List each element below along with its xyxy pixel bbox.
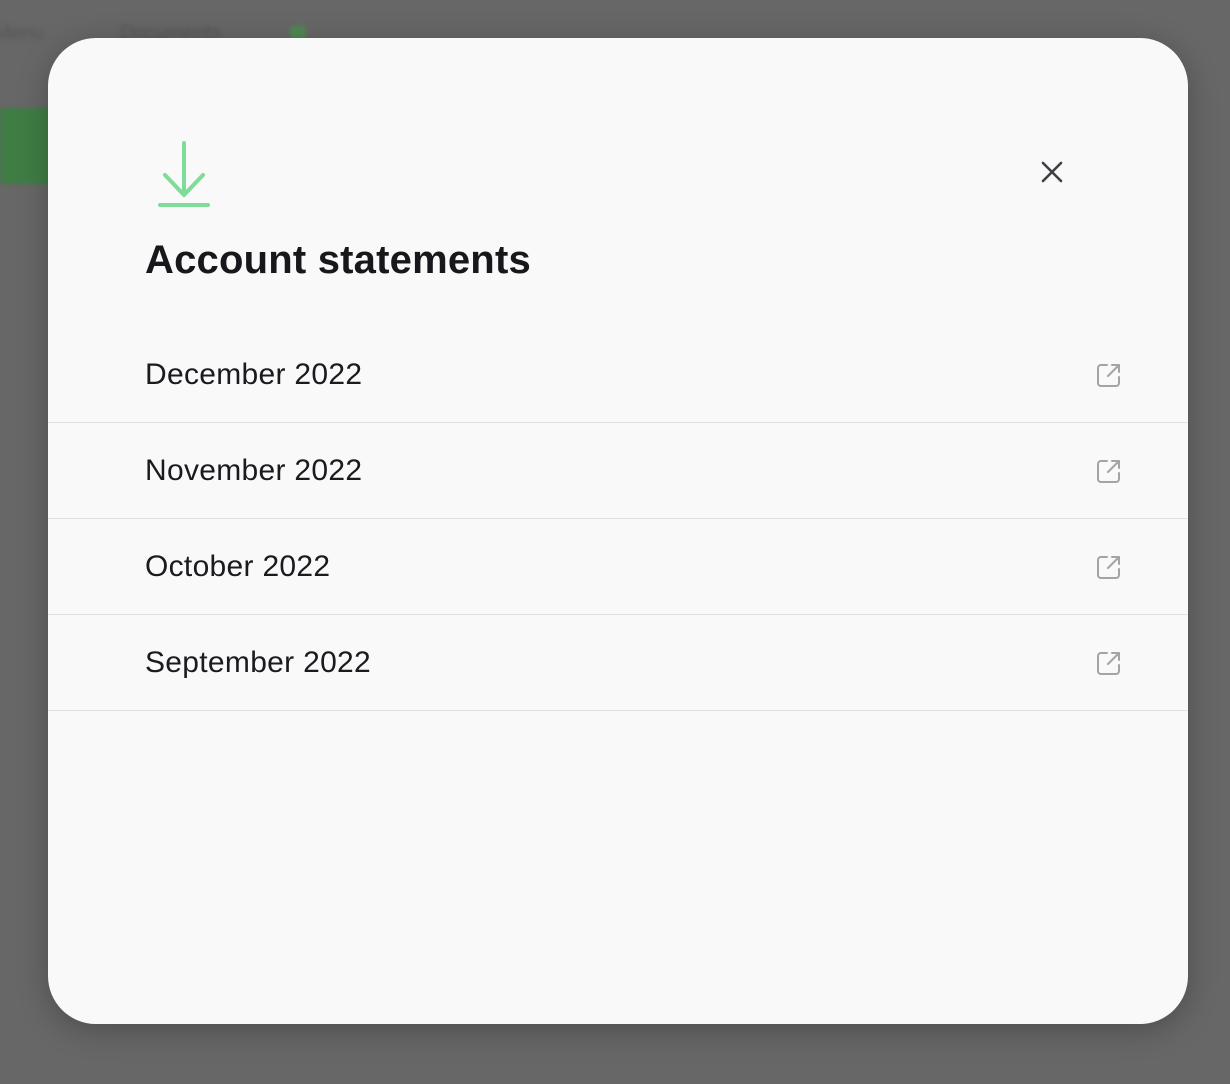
external-link-icon[interactable] bbox=[1096, 362, 1122, 388]
close-icon bbox=[1040, 160, 1064, 189]
external-link-icon[interactable] bbox=[1096, 458, 1122, 484]
external-link-icon[interactable] bbox=[1096, 554, 1122, 580]
statement-label: September 2022 bbox=[145, 645, 372, 679]
background-hint-menu: Menu bbox=[0, 22, 45, 44]
external-link-icon[interactable] bbox=[1096, 650, 1122, 676]
statements-list: December 2022 November 2022 October 2022… bbox=[48, 327, 1188, 711]
modal-title: Account statements bbox=[145, 238, 531, 282]
download-icon bbox=[156, 138, 212, 210]
statement-item-september-2022[interactable]: September 2022 bbox=[48, 615, 1188, 711]
statement-label: October 2022 bbox=[145, 549, 331, 583]
close-button[interactable] bbox=[1028, 150, 1076, 198]
statement-label: December 2022 bbox=[145, 357, 363, 391]
statement-item-october-2022[interactable]: October 2022 bbox=[48, 519, 1188, 615]
statement-label: November 2022 bbox=[145, 453, 363, 487]
statement-item-november-2022[interactable]: November 2022 bbox=[48, 423, 1188, 519]
account-statements-modal: Account statements December 2022 Novembe… bbox=[48, 38, 1188, 1024]
statement-item-december-2022[interactable]: December 2022 bbox=[48, 327, 1188, 423]
